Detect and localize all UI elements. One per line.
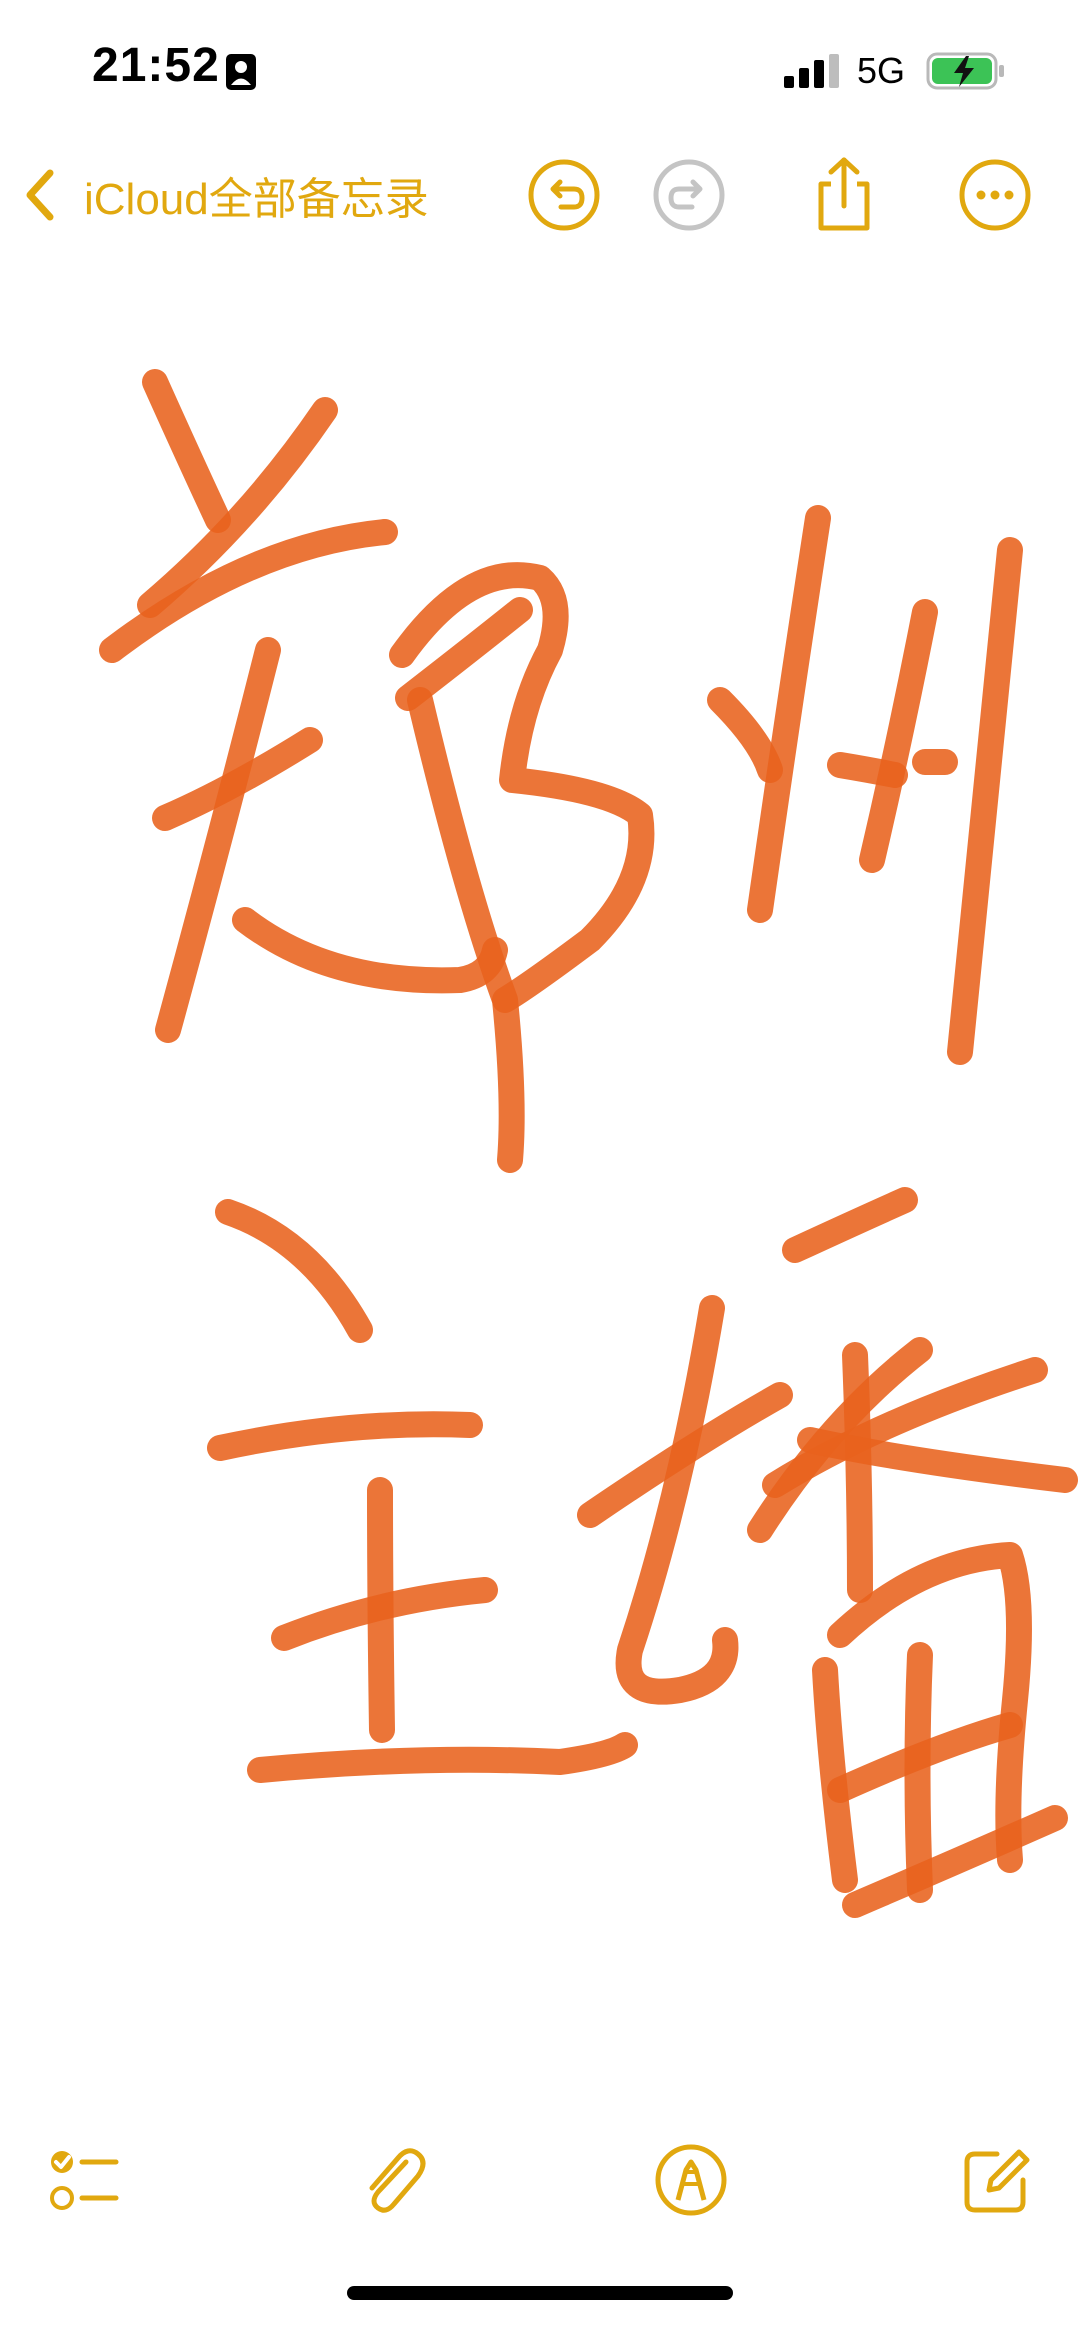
stroke — [407, 687, 525, 1173]
more-button[interactable] — [954, 154, 1036, 236]
stroke — [232, 907, 508, 994]
redo-icon — [653, 159, 725, 231]
compose-icon — [964, 2149, 1030, 2213]
chevron-left-icon — [26, 169, 54, 221]
person-badge-icon — [224, 52, 258, 92]
stroke — [247, 1732, 638, 1783]
stroke — [747, 505, 831, 923]
stroke — [707, 687, 783, 783]
stroke — [142, 369, 231, 533]
more-icon — [959, 159, 1031, 231]
attachment-button[interactable] — [352, 2140, 432, 2220]
redo-button[interactable] — [648, 154, 730, 236]
home-indicator[interactable] — [347, 2286, 733, 2300]
stroke — [782, 1187, 918, 1263]
network-type: 5G — [857, 50, 906, 91]
stroke — [215, 1199, 373, 1343]
share-button[interactable] — [803, 154, 885, 236]
markup-button[interactable] — [651, 2140, 731, 2220]
cellular-signal-icon — [784, 54, 844, 90]
bottom-toolbar — [0, 2120, 1080, 2240]
checklist-button[interactable] — [44, 2140, 124, 2220]
stroke — [207, 1411, 483, 1461]
stroke — [859, 599, 938, 873]
back-button[interactable]: iCloud全部备忘录 — [22, 160, 429, 230]
undo-icon — [528, 159, 600, 231]
status-time: 21:52 — [92, 39, 220, 92]
handwriting-drawing — [99, 369, 1078, 1918]
markup-pen-icon — [655, 2144, 727, 2216]
compose-button[interactable] — [955, 2140, 1035, 2220]
back-label: iCloud全部备忘录 — [84, 175, 429, 224]
battery-charging-icon — [926, 50, 1006, 92]
stroke — [842, 1342, 873, 1603]
status-bar: 21:52 5G — [0, 0, 1080, 140]
stroke — [155, 637, 281, 1043]
drawing-canvas[interactable] — [0, 250, 1080, 2090]
stroke — [947, 537, 1023, 1065]
share-icon — [818, 157, 870, 231]
stroke — [842, 1805, 1068, 1918]
stroke — [615, 1295, 739, 1705]
stroke — [367, 1477, 395, 1743]
checklist-icon — [50, 2151, 119, 2210]
nav-bar: iCloud全部备忘录 — [0, 140, 1080, 250]
undo-button[interactable] — [523, 154, 605, 236]
paperclip-icon — [369, 2148, 426, 2213]
stroke — [904, 1642, 933, 1903]
